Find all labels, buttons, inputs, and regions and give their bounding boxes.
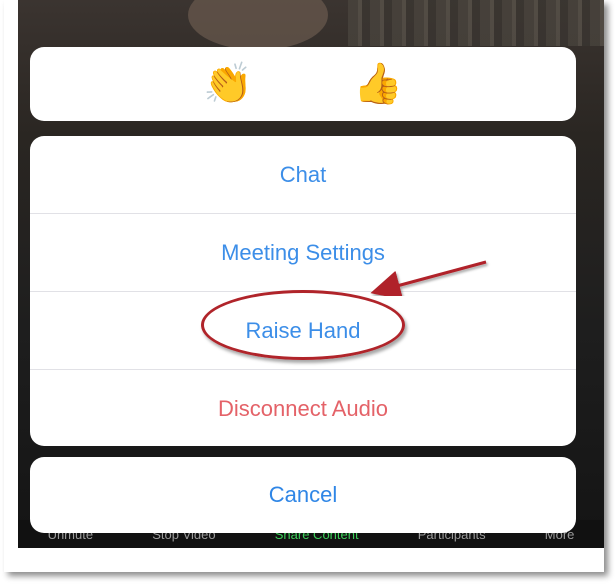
thumbs-up-icon[interactable]: 👍 [353, 64, 403, 104]
action-sheet-menu: Chat Meeting Settings Raise Hand Disconn… [30, 136, 576, 446]
reactions-panel: 👏 👍 [30, 47, 576, 121]
background-bookshelf [348, 0, 604, 46]
raise-hand-button[interactable]: Raise Hand [30, 292, 576, 370]
cancel-button[interactable]: Cancel [30, 457, 576, 533]
background-participant [188, 0, 328, 50]
clapping-hands-icon[interactable]: 👏 [203, 64, 253, 104]
chat-button[interactable]: Chat [30, 136, 576, 214]
meeting-settings-button[interactable]: Meeting Settings [30, 214, 576, 292]
disconnect-audio-button[interactable]: Disconnect Audio [30, 370, 576, 446]
